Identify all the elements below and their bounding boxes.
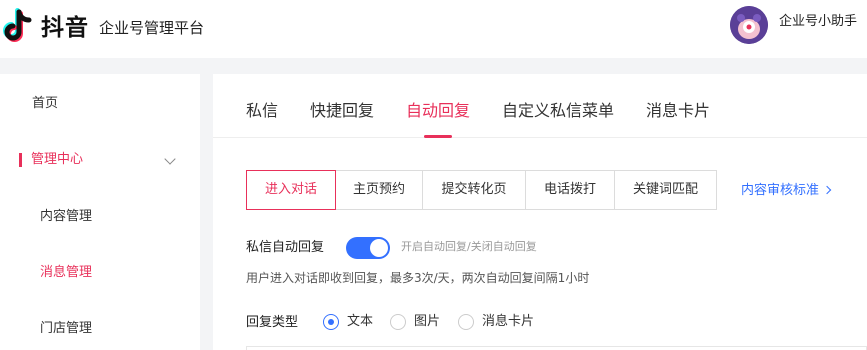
radio-checked-icon: [323, 314, 339, 330]
sidebar-item-management-center[interactable]: 管理中心: [0, 140, 200, 180]
active-indicator: [19, 153, 22, 167]
radio-unchecked-icon: [458, 314, 474, 330]
segment-phone-call[interactable]: 电话拨打: [525, 170, 615, 210]
segment-keyword-match[interactable]: 关键词匹配: [614, 170, 717, 210]
platform-title: 企业号管理平台: [99, 19, 205, 37]
user-name[interactable]: 企业号小助手: [779, 13, 857, 31]
chevron-right-icon: [822, 185, 832, 195]
tab-bar: 私信 快捷回复 自动回复 自定义私信菜单 消息卡片: [213, 74, 867, 138]
auto-reply-description: 用户进入对话即收到回复，最多3次/天，两次自动回复间隔1小时: [246, 271, 590, 285]
segment-homepage-booking[interactable]: 主页预约: [335, 170, 423, 210]
sidebar: 首页 管理中心 内容管理 消息管理 门店管理: [0, 74, 200, 350]
tab-quick-reply[interactable]: 快捷回复: [310, 100, 374, 122]
trigger-segmented-control: 进入对话 主页预约 提交转化页 电话拨打 关键词匹配: [246, 170, 717, 210]
sidebar-item-label: 门店管理: [40, 321, 93, 336]
reply-type-label: 回复类型: [246, 315, 299, 330]
sidebar-item-label: 管理中心: [31, 152, 84, 167]
radio-label: 文本: [347, 314, 374, 329]
top-header: 抖音 企业号管理平台 企业号小助手: [0, 0, 867, 58]
assistant-avatar-icon: [730, 6, 768, 44]
radio-label: 图片: [414, 314, 441, 329]
sidebar-item-content-management[interactable]: 内容管理: [0, 197, 200, 237]
sidebar-item-label: 首页: [32, 96, 59, 111]
sidebar-item-home[interactable]: 首页: [0, 84, 200, 124]
radio-label: 消息卡片: [482, 314, 535, 329]
tab-custom-menu[interactable]: 自定义私信菜单: [502, 100, 614, 122]
audit-standard-link[interactable]: 内容审核标准: [741, 182, 832, 200]
main-panel: 私信 快捷回复 自动回复 自定义私信菜单 消息卡片 进入对话 主页预约 提交转化…: [213, 74, 867, 350]
brand-name: 抖音: [41, 15, 89, 41]
chevron-down-icon: [164, 153, 176, 165]
reply-content-box[interactable]: [246, 346, 867, 350]
tab-auto-reply[interactable]: 自动回复: [406, 100, 470, 122]
douyin-logo-icon[interactable]: [0, 8, 36, 48]
sidebar-item-label: 消息管理: [40, 265, 93, 280]
radio-unchecked-icon: [390, 314, 406, 330]
active-tab-underline: [424, 135, 452, 138]
audit-link-label: 内容审核标准: [741, 183, 820, 198]
tab-private-message[interactable]: 私信: [246, 100, 278, 122]
segment-submit-conversion-page[interactable]: 提交转化页: [422, 170, 526, 210]
segment-enter-conversation[interactable]: 进入对话: [246, 170, 336, 210]
sidebar-item-label: 内容管理: [40, 209, 93, 224]
auto-reply-toggle[interactable]: [346, 237, 390, 259]
toggle-hint: 开启自动回复/关闭自动回复: [401, 240, 537, 253]
sidebar-item-message-management[interactable]: 消息管理: [0, 253, 200, 293]
toggle-knob: [370, 239, 388, 257]
sidebar-item-store-management[interactable]: 门店管理: [0, 309, 200, 349]
tab-message-card[interactable]: 消息卡片: [646, 100, 710, 122]
user-avatar[interactable]: [730, 6, 768, 44]
auto-reply-label: 私信自动回复: [246, 240, 325, 255]
